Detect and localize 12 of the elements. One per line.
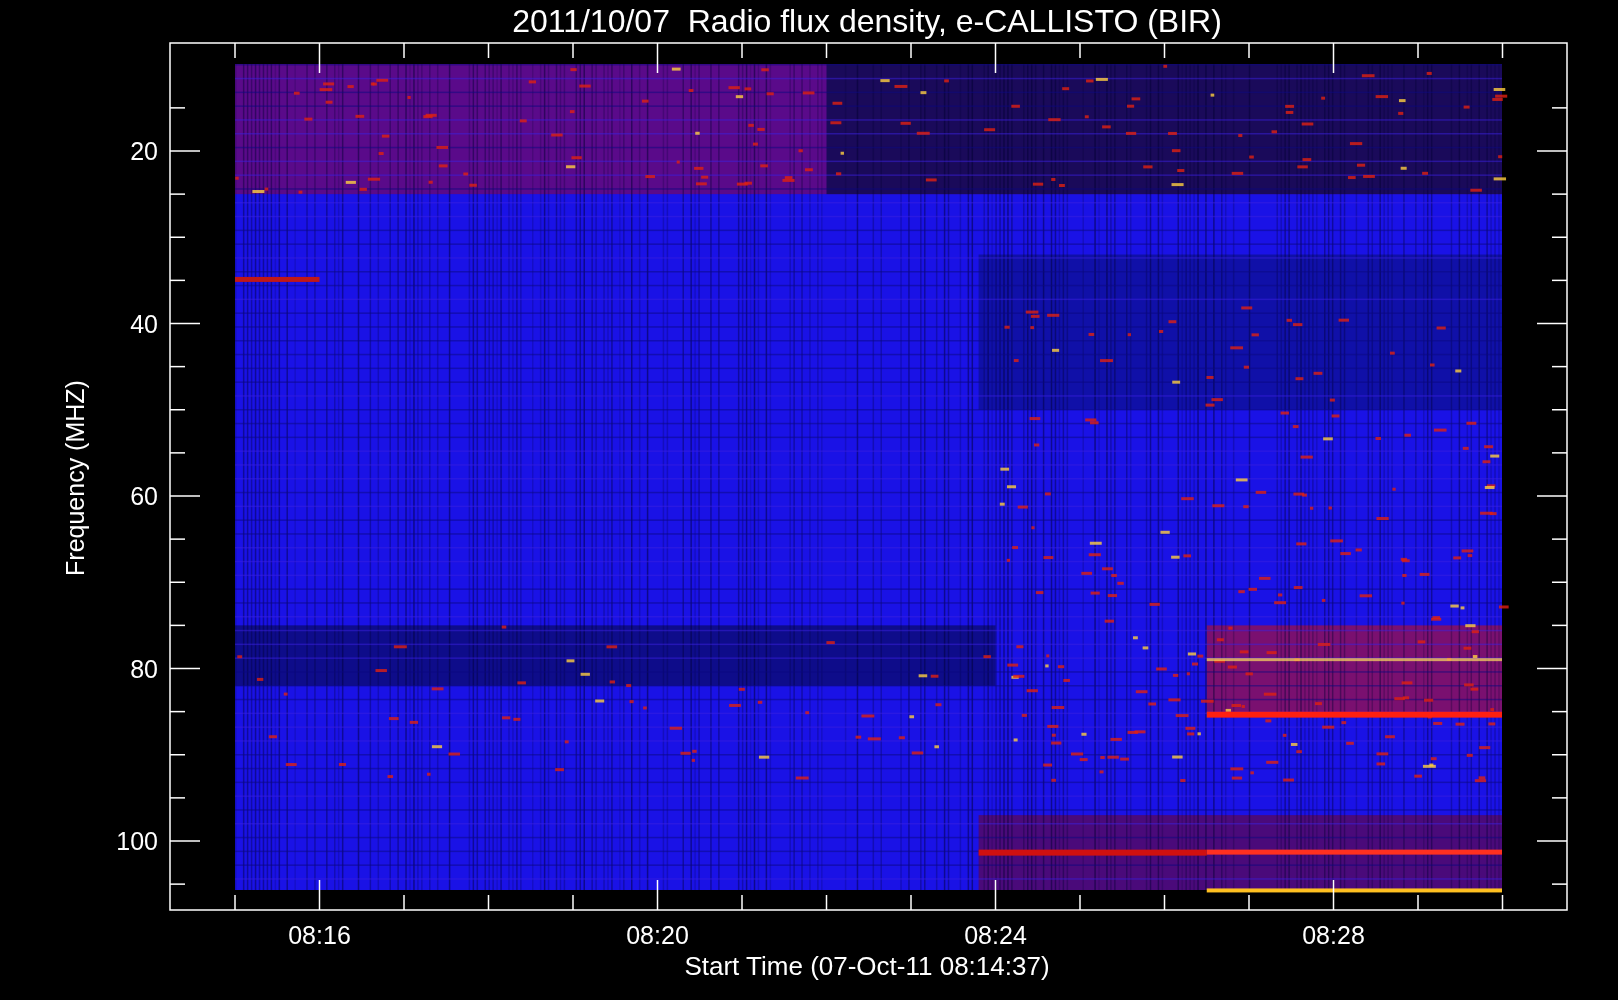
x-tick-label: 08:16 [288, 921, 351, 949]
y-tick-label: 20 [130, 137, 158, 165]
y-tick-label: 60 [130, 482, 158, 510]
y-axis-label: Frequency (MHZ) [61, 380, 89, 576]
x-tick-label: 08:28 [1302, 921, 1365, 949]
y-tick-label: 40 [130, 309, 158, 338]
x-tick-label: 08:24 [964, 921, 1027, 949]
y-tick-label: 80 [130, 654, 158, 683]
x-axis-label: Start Time (07-Oct-11 08:14:37) [684, 951, 1050, 981]
chart-title: 2011/10/07 Radio flux density, e-CALLISTO (BIR) [512, 3, 1222, 39]
y-tick-label: 100 [116, 827, 158, 855]
x-tick-label: 08:20 [626, 921, 689, 949]
